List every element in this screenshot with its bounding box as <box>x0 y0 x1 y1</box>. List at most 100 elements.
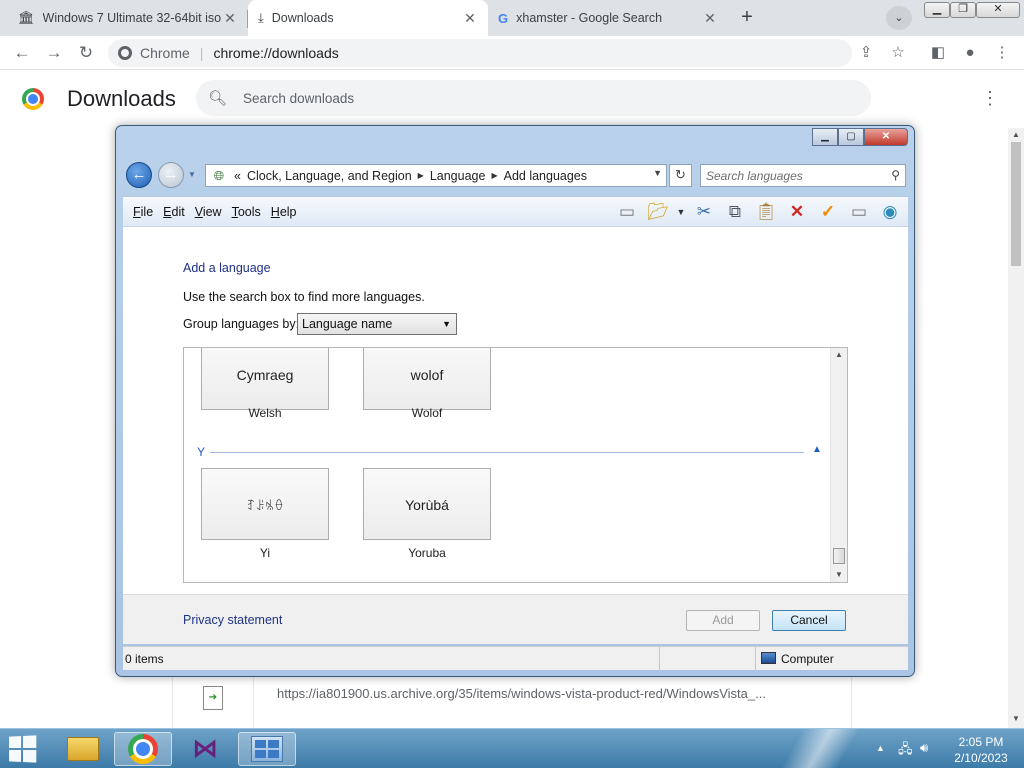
system-clock[interactable]: 2:05 PM 2/10/2023 <box>946 734 1016 766</box>
taskbar-explorer-button[interactable] <box>54 732 112 766</box>
restore-button[interactable]: ❐ <box>950 2 976 18</box>
taskbar-visual-studio-button[interactable]: ⋈ <box>176 732 234 766</box>
volume-icon[interactable]: 🔊︎ <box>920 740 928 756</box>
language-list[interactable]: Cymraeg Welsh wolof Wolof Y ▲ ꆈꌠꁱꂷ Yi Yo… <box>183 347 848 583</box>
language-english-name: Welsh <box>248 406 282 420</box>
dialog-minimize-button[interactable]: ▁ <box>812 128 838 146</box>
taskbar-chrome-button[interactable] <box>114 732 172 766</box>
copy-icon[interactable]: ⧉ <box>721 199 749 225</box>
scroll-thumb[interactable] <box>833 548 845 564</box>
show-hidden-icons-arrow[interactable]: ▲ <box>876 743 885 753</box>
browser-tab-strip: 🏛 Windows 7 Ultimate 32-64bit iso ✕ ⤓ Do… <box>0 0 1024 36</box>
downloads-menu-icon[interactable]: ⋮ <box>980 88 1000 110</box>
group-by-label: Group languages by: <box>183 317 300 331</box>
address-dropdown-icon[interactable]: ▼ <box>653 168 662 178</box>
tab-search-button[interactable]: ⌄ <box>886 6 912 30</box>
add-languages-dialog: ▁ ▢ ✕ ← → ▼ 🌐︎ « Clock, Language, and Re… <box>115 125 915 677</box>
add-button[interactable]: Add <box>686 610 760 631</box>
forward-button[interactable]: → <box>158 162 184 188</box>
forward-arrow-icon[interactable]: → <box>42 41 66 65</box>
close-tab-icon[interactable]: ✕ <box>702 10 718 27</box>
dialog-maximize-button[interactable]: ▢ <box>838 128 864 146</box>
taskbar-light-streak <box>760 729 880 768</box>
folder-icon <box>67 737 99 761</box>
search-placeholder: Search languages <box>706 168 803 183</box>
tab-title: Windows 7 Ultimate 32-64bit iso <box>42 11 222 25</box>
network-icon[interactable]: 🖧︎ <box>898 740 913 762</box>
close-window-button[interactable]: ✕ <box>976 2 1020 18</box>
dialog-content: Add a language Use the search box to fin… <box>123 226 908 594</box>
new-tab-button[interactable]: + <box>734 5 760 31</box>
close-tab-icon[interactable]: ✕ <box>222 10 238 27</box>
dropdown-arrow-icon[interactable]: ▼ <box>675 199 687 225</box>
downloads-search-box[interactable]: 🔍︎ Search downloads <box>196 80 871 116</box>
file-icon: ➔ <box>203 686 223 710</box>
breadcrumb-clock-language-region[interactable]: Clock, Language, and Region <box>247 169 412 183</box>
taskbar-control-panel-button[interactable] <box>238 732 296 766</box>
menu-view[interactable]: View <box>195 205 222 219</box>
tab-google-search[interactable]: G xhamster - Google Search ✕ <box>488 0 728 36</box>
refresh-icon[interactable]: ↻ <box>669 164 692 187</box>
cut-icon[interactable]: ✂ <box>690 199 718 225</box>
reload-icon[interactable]: ↻ <box>74 41 98 65</box>
language-tile-yoruba[interactable]: Yorùbá <box>363 468 491 540</box>
language-native-name: Cymraeg <box>236 367 294 383</box>
chrome-menu-icon[interactable]: ⋮ <box>990 41 1014 65</box>
cancel-button[interactable]: Cancel <box>772 610 846 631</box>
close-tab-icon[interactable]: ✕ <box>462 10 478 27</box>
minimize-button[interactable]: ▁ <box>924 2 950 18</box>
tab-downloads[interactable]: ⤓ Downloads ✕ <box>248 0 488 36</box>
download-url-link[interactable]: https://ia801900.us.archive.org/35/items… <box>277 686 766 701</box>
recent-pages-dropdown-icon[interactable]: ▼ <box>188 170 196 179</box>
search-icon[interactable]: ⚲ <box>891 168 900 182</box>
breadcrumb-language[interactable]: Language <box>430 169 486 183</box>
side-panel-icon[interactable]: ◧ <box>926 41 950 65</box>
scroll-thumb[interactable] <box>1011 142 1021 266</box>
scroll-down-arrow[interactable]: ▼ <box>831 568 847 582</box>
menu-help[interactable]: Help <box>271 205 297 219</box>
bookmark-star-icon[interactable]: ☆ <box>886 41 910 65</box>
collapse-group-icon[interactable]: ▲ <box>812 444 822 455</box>
group-by-select[interactable]: Language name ▼ <box>297 313 457 335</box>
privacy-statement-link[interactable]: Privacy statement <box>183 613 282 627</box>
computer-icon <box>761 652 776 664</box>
scroll-up-arrow[interactable]: ▲ <box>1008 128 1024 142</box>
start-button-windows-icon[interactable] <box>9 735 38 763</box>
back-arrow-icon[interactable]: ← <box>10 41 34 65</box>
breadcrumb-add-languages[interactable]: Add languages <box>504 169 587 183</box>
chrome-logo-icon <box>22 88 44 110</box>
paste-icon[interactable]: 📋︎ <box>752 199 780 225</box>
menu-file[interactable]: File <box>133 205 153 219</box>
tab-windows7-iso[interactable]: 🏛 Windows 7 Ultimate 32-64bit iso ✕ <box>8 0 248 36</box>
scroll-down-arrow[interactable]: ▼ <box>1008 712 1024 726</box>
status-divider <box>659 647 660 671</box>
list-scrollbar[interactable]: ▲ ▼ <box>830 348 847 582</box>
group-header-y: Y <box>197 445 206 459</box>
language-english-name: Yoruba <box>408 546 446 560</box>
language-tile-welsh[interactable]: Cymraeg <box>201 348 329 410</box>
menu-tools[interactable]: Tools <box>232 205 261 219</box>
properties-check-icon[interactable]: ✓ <box>814 199 842 225</box>
shell-icon[interactable]: ◉ <box>876 199 904 225</box>
status-bar: 0 items Computer <box>123 646 908 671</box>
command-toolbar: ▭ 📂︎ ▼ ✂ ⧉ 📋︎ ✕ ✓ ▭ ◉ <box>610 199 904 225</box>
breadcrumb-arrow-icon[interactable]: ▶ <box>418 171 424 180</box>
language-tile-yi[interactable]: ꆈꌠꁱꂷ <box>201 468 329 540</box>
share-icon[interactable]: ⇪ <box>854 41 878 65</box>
search-languages-input[interactable]: Search languages ⚲ <box>700 164 906 187</box>
scroll-up-arrow[interactable]: ▲ <box>831 348 847 362</box>
explorer-address-bar[interactable]: 🌐︎ « Clock, Language, and Region ▶ Langu… <box>205 164 667 187</box>
menu-edit[interactable]: Edit <box>163 205 185 219</box>
language-tile-wolof[interactable]: wolof <box>363 348 491 410</box>
dialog-close-button[interactable]: ✕ <box>864 128 908 146</box>
page-scrollbar[interactable]: ▲ ▼ <box>1008 128 1024 728</box>
folder-options-icon[interactable]: 📂︎ <box>644 199 672 225</box>
search-hint-text: Use the search box to find more language… <box>183 290 425 304</box>
profile-avatar-icon[interactable]: ● <box>958 41 982 65</box>
address-bar[interactable]: Chrome | chrome://downloads <box>108 39 852 67</box>
layout-pane-icon[interactable]: ▭ <box>613 199 641 225</box>
breadcrumb-arrow-icon[interactable]: ▶ <box>491 171 497 180</box>
delete-icon[interactable]: ✕ <box>783 199 811 225</box>
back-button[interactable]: ← <box>126 162 152 188</box>
preview-pane-icon[interactable]: ▭ <box>845 199 873 225</box>
